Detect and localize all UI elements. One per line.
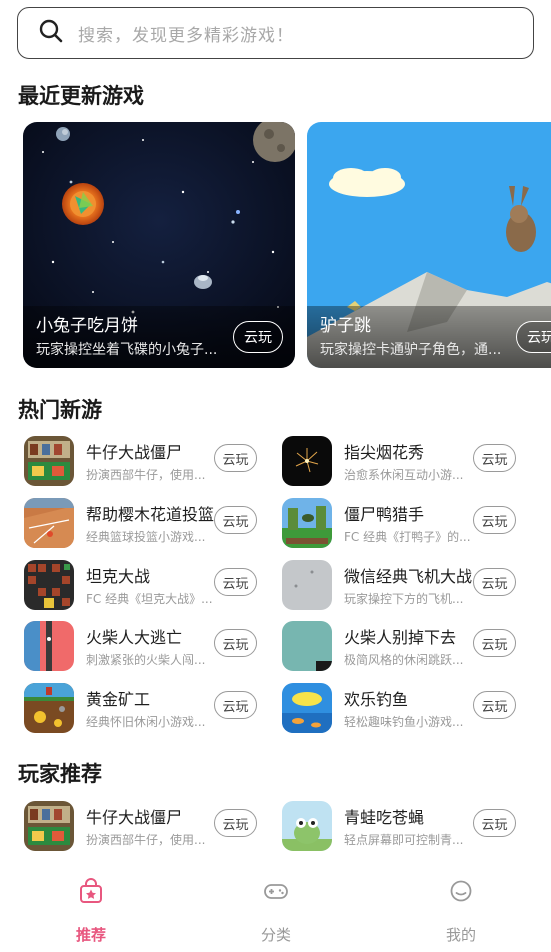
game-name: 坦克大战 (86, 567, 151, 586)
game-item[interactable]: 帮助樱木花道投篮 经典篮球投篮小游戏... 云玩 (24, 498, 258, 554)
game-icon-plane (282, 560, 332, 610)
game-name: 指尖烟花秀 (344, 443, 425, 462)
game-name: 微信经典飞机大战 (344, 567, 473, 586)
tab-mine[interactable]: 我的 (421, 878, 501, 945)
play-button[interactable]: 云玩 (473, 691, 516, 719)
game-desc: 刺激紧张的火柴人闯... (86, 653, 206, 667)
gamepad-icon (236, 878, 316, 904)
game-desc: 扮演西部牛仔，使用... (86, 833, 206, 847)
game-icon-cowboy (24, 801, 74, 851)
game-desc: 治愈系休闲互动小游... (344, 468, 464, 482)
search-icon (38, 18, 64, 48)
game-desc: 扮演西部牛仔，使用... (86, 468, 206, 482)
banner-play-button[interactable]: 云玩 (233, 321, 283, 353)
game-icon-tank (24, 560, 74, 610)
banner-card-donkey[interactable]: 驴子跳 玩家操控卡通驴子角色，通... 云玩 (307, 122, 551, 368)
play-button[interactable]: 云玩 (473, 506, 516, 534)
game-icon-gold-miner (24, 683, 74, 733)
game-name: 黄金矿工 (86, 690, 151, 709)
bottom-tab-bar: 推荐 分类 我的 (0, 868, 551, 952)
banner-play-button[interactable]: 云玩 (516, 321, 551, 353)
play-button[interactable]: 云玩 (214, 629, 257, 657)
search-input[interactable]: 搜索，发现更多精彩游戏！ (78, 21, 294, 46)
game-desc: 经典篮球投篮小游戏... (86, 530, 206, 544)
banner-desc: 玩家操控坐着飞碟的小兔子... (36, 342, 218, 358)
game-item[interactable]: 火柴人别掉下去 极简风格的休闲跳跃... 云玩 (282, 621, 518, 677)
game-item[interactable]: 微信经典飞机大战 玩家操控下方的飞机... 云玩 (282, 560, 518, 616)
game-name: 火柴人大逃亡 (86, 628, 183, 647)
game-icon-cowboy (24, 436, 74, 486)
banner-card-rabbit[interactable]: 小兔子吃月饼 玩家操控坐着飞碟的小兔子... 云玩 (23, 122, 295, 368)
game-icon-stickman-escape (24, 621, 74, 671)
game-name: 欢乐钓鱼 (344, 690, 409, 709)
game-item[interactable]: 牛仔大战僵尸 扮演西部牛仔，使用... 云玩 (24, 801, 258, 857)
game-item[interactable]: 僵尸鸭猎手 FC 经典《打鸭子》的... 云玩 (282, 498, 518, 554)
game-name: 僵尸鸭猎手 (344, 505, 425, 524)
game-desc: FC 经典《坦克大战》... (86, 592, 213, 606)
game-item[interactable]: 坦克大战 FC 经典《坦克大战》... 云玩 (24, 560, 258, 616)
game-item[interactable]: 牛仔大战僵尸 扮演西部牛仔，使用... 云玩 (24, 436, 258, 492)
game-item[interactable]: 黄金矿工 经典怀旧休闲小游戏... 云玩 (24, 683, 258, 739)
game-icon-fireworks (282, 436, 332, 486)
section-title-recommend: 玩家推荐 (18, 762, 102, 786)
banner-title: 驴子跳 (320, 316, 371, 336)
game-name: 牛仔大战僵尸 (86, 808, 183, 827)
tab-recommend[interactable]: 推荐 (51, 878, 131, 945)
game-item[interactable]: 青蛙吃苍蝇 轻点屏幕即可控制青... 云玩 (282, 801, 518, 857)
banner-desc: 玩家操控卡通驴子角色，通... (320, 342, 502, 358)
game-name: 火柴人别掉下去 (344, 628, 457, 647)
game-name: 帮助樱木花道投篮 (86, 505, 215, 524)
play-button[interactable]: 云玩 (473, 444, 516, 472)
banner-title: 小兔子吃月饼 (36, 316, 138, 336)
game-desc: FC 经典《打鸭子》的... (344, 530, 471, 544)
game-icon-frog (282, 801, 332, 851)
tab-label: 分类 (260, 926, 291, 944)
play-button[interactable]: 云玩 (214, 691, 257, 719)
game-item[interactable]: 指尖烟花秀 治愈系休闲互动小游... 云玩 (282, 436, 518, 492)
game-desc: 玩家操控下方的飞机... (344, 592, 464, 606)
play-button[interactable]: 云玩 (473, 629, 516, 657)
play-button[interactable]: 云玩 (214, 444, 257, 472)
play-button[interactable]: 云玩 (214, 809, 257, 837)
game-icon-fishing (282, 683, 332, 733)
tab-label: 我的 (445, 926, 476, 944)
play-button[interactable]: 云玩 (214, 506, 257, 534)
section-title-recent: 最近更新游戏 (18, 84, 144, 108)
play-button[interactable]: 云玩 (214, 568, 257, 596)
game-icon-basketball (24, 498, 74, 548)
smiley-icon (421, 878, 501, 904)
game-item[interactable]: 欢乐钓鱼 轻松趣味钓鱼小游戏... 云玩 (282, 683, 518, 739)
game-name: 牛仔大战僵尸 (86, 443, 183, 462)
search-bar[interactable]: 搜索，发现更多精彩游戏！ (17, 7, 534, 59)
banner-carousel[interactable]: 小兔子吃月饼 玩家操控坐着飞碟的小兔子... 云玩 驴子跳 玩家操控卡通驴子角色… (23, 122, 551, 368)
game-icon-duck-hunter (282, 498, 332, 548)
game-desc: 经典怀旧休闲小游戏... (86, 715, 206, 729)
play-button[interactable]: 云玩 (473, 568, 516, 596)
game-desc: 轻点屏幕即可控制青... (344, 833, 464, 847)
game-name: 青蛙吃苍蝇 (344, 808, 425, 827)
tab-label: 推荐 (75, 926, 106, 944)
star-bag-icon (51, 878, 131, 904)
section-title-hot: 热门新游 (18, 398, 102, 422)
game-desc: 轻松趣味钓鱼小游戏... (344, 715, 464, 729)
game-item[interactable]: 火柴人大逃亡 刺激紧张的火柴人闯... 云玩 (24, 621, 258, 677)
game-desc: 极简风格的休闲跳跃... (344, 653, 464, 667)
tab-category[interactable]: 分类 (236, 878, 316, 945)
game-icon-stickman-fall (282, 621, 332, 671)
play-button[interactable]: 云玩 (473, 809, 516, 837)
